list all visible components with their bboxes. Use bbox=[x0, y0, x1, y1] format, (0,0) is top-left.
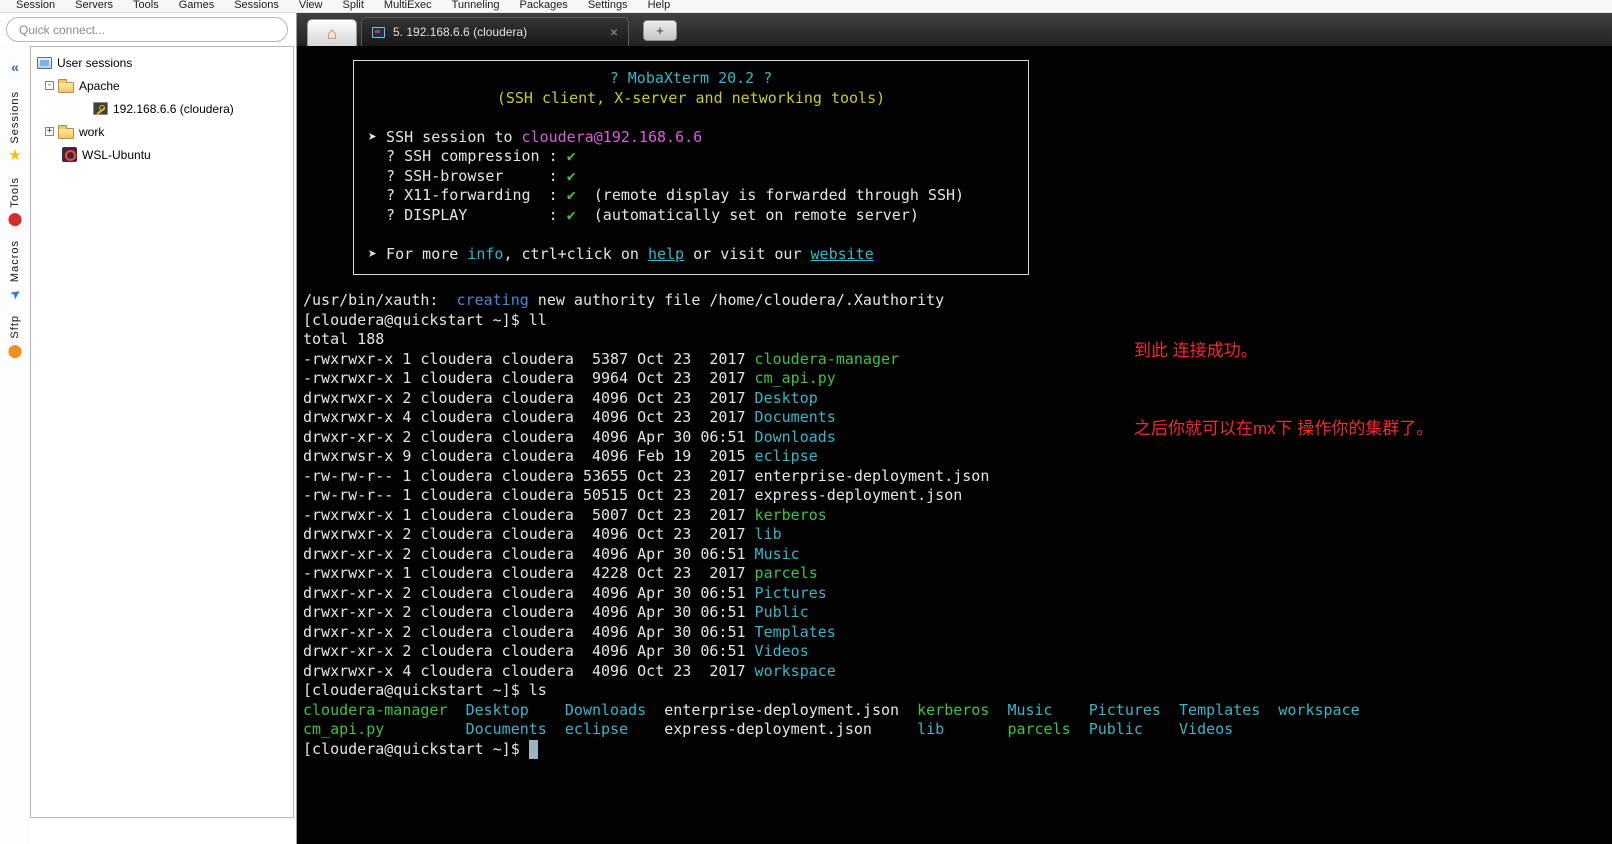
tree-item-label: WSL-Ubuntu bbox=[82, 147, 151, 162]
menu-games[interactable]: Games bbox=[169, 0, 224, 12]
tree-item-192-168-6-6-cloudera[interactable]: 192.168.6.6 (cloudera) bbox=[31, 97, 293, 120]
terminal-line: ➤ SSH session to cloudera@192.168.6.6 bbox=[368, 127, 703, 146]
menu-session[interactable]: Session bbox=[6, 0, 65, 12]
tree-item-apache[interactable]: - Apache bbox=[31, 74, 293, 97]
quick-connect-input[interactable] bbox=[6, 17, 288, 42]
right-panel: ⌂ 5. 192.168.6.6 (cloudera) × + ? MobaXt… bbox=[297, 13, 1612, 844]
red-annotation-2: 之后你就可以在mx下 操作你的集群了。 bbox=[1134, 419, 1434, 438]
menu-tools[interactable]: Tools bbox=[123, 0, 169, 12]
terminal-line: ➤ For more info, ctrl+click on help or v… bbox=[368, 244, 874, 263]
terminal-line: ? SSH compression : ✔ bbox=[368, 147, 576, 165]
quick-connect-row bbox=[0, 13, 296, 45]
terminal-line: cloudera-manager Desktop Downloads enter… bbox=[303, 700, 1360, 719]
terminal-line: -rwxrwxr-x 1 cloudera cloudera 5387 Oct … bbox=[303, 349, 900, 368]
menu-servers[interactable]: Servers bbox=[65, 0, 123, 12]
side-tab-macros[interactable]: Macros bbox=[9, 240, 21, 282]
session-tree: User sessions - Apache 192.168.6.6 (clouder… bbox=[30, 46, 294, 818]
terminal-line: -rw-rw-r-- 1 cloudera cloudera 53655 Oct… bbox=[303, 466, 990, 485]
terminal-line: -rwxrwxr-x 1 cloudera cloudera 4228 Oct … bbox=[303, 564, 818, 582]
terminal-line: ? MobaXterm 20.2 ? bbox=[609, 69, 773, 87]
terminal-line: drwxrwsr-x 9 cloudera cloudera 4096 Feb … bbox=[303, 447, 818, 465]
terminal-line: cm_api.py Documents eclipse express-depl… bbox=[303, 720, 1234, 738]
terminal-line: drwxr-xr-x 2 cloudera cloudera 4096 Apr … bbox=[303, 603, 809, 621]
left-body: « Sessions ★ Tools ⬤ Macros ➤ Sftp ⬤ User sessi… bbox=[0, 45, 296, 844]
terminal[interactable]: ? MobaXterm 20.2 ? (SSH client, X-server … bbox=[297, 46, 1612, 844]
sessions-icon[interactable]: ★ bbox=[8, 148, 21, 163]
terminal-link[interactable]: website bbox=[811, 245, 874, 263]
tree-item-work[interactable]: + work bbox=[31, 120, 293, 143]
main-area: « Sessions ★ Tools ⬤ Macros ➤ Sftp ⬤ User sessi… bbox=[0, 13, 1612, 844]
terminal-link[interactable]: help bbox=[648, 245, 684, 263]
terminal-line: drwxr-xr-x 2 cloudera cloudera 4096 Apr … bbox=[303, 583, 827, 602]
menu-multiexec[interactable]: MultiExec bbox=[374, 0, 442, 12]
collapse-toggle[interactable]: - bbox=[45, 81, 54, 90]
terminal-line: drwxrwxr-x 4 cloudera cloudera 4096 Oct … bbox=[303, 661, 836, 680]
tab-label: 5. 192.168.6.6 (cloudera) bbox=[393, 25, 528, 39]
menu-tunneling[interactable]: Tunneling bbox=[442, 0, 510, 12]
terminal-line: drwxr-xr-x 2 cloudera cloudera 4096 Apr … bbox=[303, 544, 800, 563]
left-panel: « Sessions ★ Tools ⬤ Macros ➤ Sftp ⬤ User sessi… bbox=[0, 13, 297, 844]
terminal-line: drwxrwxr-x 2 cloudera cloudera 4096 Oct … bbox=[303, 388, 818, 407]
tools-icon[interactable]: ⬤ bbox=[8, 211, 23, 226]
menu-split[interactable]: Split bbox=[333, 0, 374, 12]
terminal-line: drwxr-xr-x 2 cloudera cloudera 4096 Apr … bbox=[303, 622, 836, 641]
menu-packages[interactable]: Packages bbox=[510, 0, 578, 12]
terminal-output: /usr/bin/xauth: creating new authority f… bbox=[303, 291, 1612, 759]
terminal-line: drwxrwxr-x 2 cloudera cloudera 4096 Oct … bbox=[303, 525, 782, 543]
menu-settings[interactable]: Settings bbox=[578, 0, 638, 12]
terminal-line: /usr/bin/xauth: creating new authority f… bbox=[303, 291, 945, 309]
menu-bar: Session Servers Tools Games Sessions View Spli… bbox=[0, 0, 1612, 13]
tab-bar: ⌂ 5. 192.168.6.6 (cloudera) × + bbox=[297, 13, 1612, 46]
menu-help[interactable]: Help bbox=[638, 0, 681, 12]
terminal-line: ? DISPLAY : ✔ (automatically set on remo… bbox=[368, 205, 919, 224]
terminal-tab-icon bbox=[372, 26, 385, 38]
terminal-line: ? X11-forwarding : ✔ (remote display is … bbox=[368, 186, 965, 204]
home-tab[interactable]: ⌂ bbox=[307, 19, 357, 46]
tree-item-label: work bbox=[79, 124, 105, 139]
new-tab-button[interactable]: + bbox=[643, 20, 677, 41]
collapse-sidebar-icon[interactable]: « bbox=[11, 59, 19, 75]
folder-icon bbox=[58, 124, 74, 139]
macros-icon[interactable]: ➤ bbox=[6, 285, 24, 304]
sftp-icon[interactable]: ⬤ bbox=[8, 343, 23, 358]
tree-item-user-sessions[interactable]: User sessions bbox=[31, 51, 293, 74]
terminal-line: drwxr-xr-x 2 cloudera cloudera 4096 Apr … bbox=[303, 642, 809, 660]
side-tab-sftp[interactable]: Sftp bbox=[9, 315, 21, 339]
tab-active-session[interactable]: 5. 192.168.6.6 (cloudera) × bbox=[361, 17, 629, 46]
red-annotation-1: 到此 连接成功。 bbox=[1134, 341, 1258, 360]
terminal-line: -rw-rw-r-- 1 cloudera cloudera 50515 Oct… bbox=[303, 486, 963, 504]
tree-item-label: User sessions bbox=[57, 55, 133, 70]
user-sessions-icon bbox=[37, 57, 52, 69]
terminal-line: (SSH client, X-server and networking too… bbox=[496, 88, 886, 107]
terminal-cursor bbox=[528, 739, 538, 759]
menu-sessions[interactable]: Sessions bbox=[224, 0, 289, 12]
tree-item-label: 192.168.6.6 (cloudera) bbox=[113, 101, 234, 116]
tree-item-label: Apache bbox=[79, 78, 120, 93]
folder-icon bbox=[58, 78, 74, 93]
home-icon: ⌂ bbox=[326, 23, 338, 43]
terminal-line: [cloudera@quickstart ~]$ ll bbox=[303, 310, 547, 329]
terminal-line: -rwxrwxr-x 1 cloudera cloudera 5007 Oct … bbox=[303, 505, 827, 524]
expand-toggle[interactable]: + bbox=[45, 127, 54, 136]
terminal-line: ? SSH-browser : ✔ bbox=[368, 166, 576, 185]
terminal-line: -rwxrwxr-x 1 cloudera cloudera 9964 Oct … bbox=[303, 369, 836, 387]
menu-view[interactable]: View bbox=[289, 0, 333, 12]
terminal-line: [cloudera@quickstart ~]$ ls bbox=[303, 681, 547, 699]
side-tab-sessions[interactable]: Sessions bbox=[9, 91, 21, 144]
ubuntu-icon bbox=[62, 147, 77, 162]
side-strip: « Sessions ★ Tools ⬤ Macros ➤ Sftp ⬤ bbox=[0, 45, 30, 844]
close-tab-icon[interactable]: × bbox=[584, 25, 618, 39]
tree-item-wsl-ubuntu[interactable]: WSL-Ubuntu bbox=[31, 143, 293, 166]
mobaxterm-window: Session Servers Tools Games Sessions View Spli… bbox=[0, 0, 1612, 844]
terminal-line: total 188 bbox=[303, 330, 385, 348]
terminal-line: [cloudera@quickstart ~]$ bbox=[303, 739, 1612, 759]
ssh-key-icon bbox=[93, 102, 108, 115]
banner-box: ? MobaXterm 20.2 ? (SSH client, X-server … bbox=[353, 60, 1029, 275]
side-tab-tools[interactable]: Tools bbox=[9, 177, 21, 208]
